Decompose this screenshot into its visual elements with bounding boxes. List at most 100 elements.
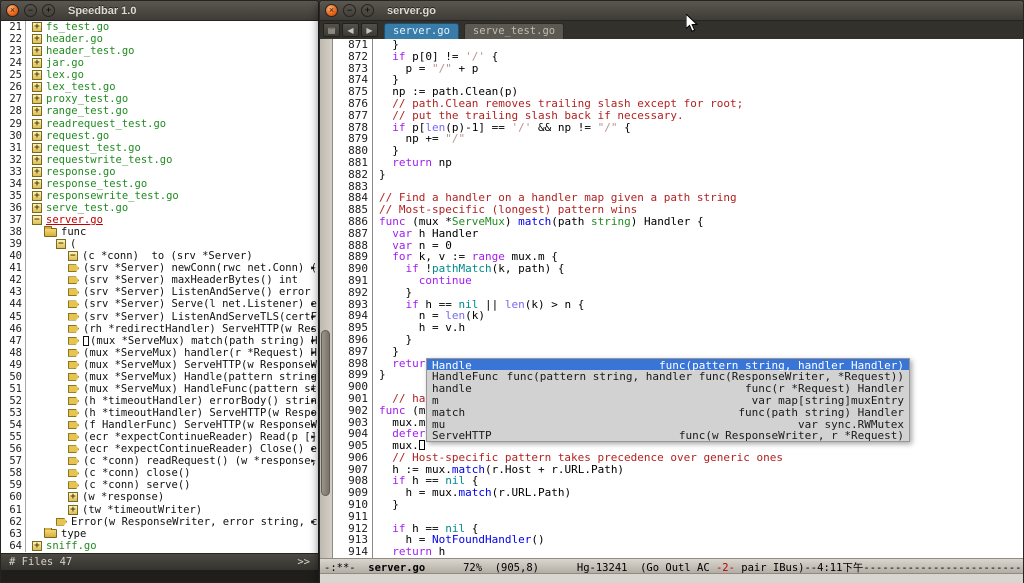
item-label[interactable]: Error(w ResponseWriter, error string, c (71, 516, 318, 528)
back-button[interactable]: ◀ (342, 23, 359, 37)
speedbar-tag-item[interactable]: 50(mux *ServeMux) Handle(pattern string► (1, 371, 318, 383)
expand-plus-icon[interactable]: + (68, 505, 78, 515)
speedbar-tag-item[interactable]: 58(c *conn) close() (1, 467, 318, 479)
speedbar-file-item[interactable]: 37−server.go (1, 214, 318, 226)
editor-titlebar[interactable]: ×−+ server.go (320, 1, 1023, 21)
speedbar-file-item[interactable]: 35+responsewrite_test.go (1, 190, 318, 202)
speedbar-tag-item[interactable]: 41(srv *Server) newConn(rwc net.Conn) (► (1, 262, 318, 274)
completion-item[interactable]: handlefunc(r *Request) Handler (427, 382, 909, 394)
completion-item[interactable]: Handlefunc(pattern string, handler Handl… (427, 359, 909, 371)
tag-icon[interactable] (68, 325, 79, 333)
speedbar-tag-item[interactable]: 39−( (1, 238, 318, 250)
expand-plus-icon[interactable]: + (32, 82, 42, 92)
tab-serve_test.go[interactable]: serve_test.go (464, 23, 564, 39)
item-label[interactable]: (mux *ServeMux) handler(r *Request) H (83, 347, 317, 359)
item-label[interactable]: (mux *ServeMux) HandleFunc(pattern st (83, 383, 317, 395)
expand-plus-icon[interactable]: + (32, 179, 42, 189)
speedbar-tag-item[interactable]: 42(srv *Server) maxHeaderBytes() int (1, 274, 318, 286)
speedbar-tag-item[interactable]: 59(c *conn) serve() (1, 479, 318, 491)
tag-icon[interactable] (68, 300, 79, 308)
speedbar-tag-item[interactable]: 57(c *conn) readRequest() (w *response,► (1, 455, 318, 467)
tag-icon[interactable] (68, 457, 79, 465)
item-label[interactable]: (f HandlerFunc) ServeHTTP(w ResponseW (83, 419, 317, 431)
speedbar-file-item[interactable]: 33+response.go (1, 166, 318, 178)
speedbar-tag-item[interactable]: 48(mux *ServeMux) handler(r *Request) H► (1, 347, 318, 359)
item-label[interactable]: serve_test.go (46, 202, 128, 214)
expand-plus-icon[interactable]: + (32, 46, 42, 56)
item-label[interactable]: request_test.go (46, 142, 141, 154)
speedbar-file-item[interactable]: 31+request_test.go (1, 142, 318, 154)
speedbar-close-button[interactable]: × (6, 4, 19, 17)
item-label[interactable]: (tw *timeoutWriter) (82, 504, 202, 516)
item-label[interactable]: (w *response) (82, 491, 164, 503)
tag-icon[interactable] (68, 469, 79, 477)
expand-plus-icon[interactable]: + (32, 22, 42, 32)
expand-plus-icon[interactable]: + (32, 70, 42, 80)
tag-icon[interactable] (68, 276, 79, 284)
speedbar-tag-item[interactable]: 55(ecr *expectContinueReader) Read(p []► (1, 431, 318, 443)
tag-icon[interactable] (68, 385, 79, 393)
tag-icon[interactable] (68, 337, 79, 345)
item-label[interactable]: (srv *Server) newConn(rwc net.Conn) ( (83, 262, 317, 274)
item-label[interactable]: ( (70, 238, 76, 250)
speedbar-file-item[interactable]: 34+response_test.go (1, 178, 318, 190)
forward-button[interactable]: ▶ (361, 23, 378, 37)
speedbar-tag-item[interactable]: 52(h *timeoutHandler) errorBody() strin► (1, 395, 318, 407)
expand-plus-icon[interactable]: + (68, 492, 78, 502)
tag-icon[interactable] (68, 433, 79, 441)
item-label[interactable]: range_test.go (46, 105, 128, 117)
item-label[interactable]: (c *conn) to (srv *Server) (82, 250, 253, 262)
completion-item[interactable]: muvar sync.RWMutex (427, 418, 909, 430)
item-label[interactable]: readrequest_test.go (46, 118, 166, 130)
item-label[interactable]: (c *conn) readRequest() (w *response, (83, 455, 317, 467)
tag-icon[interactable] (68, 445, 79, 453)
completion-item[interactable]: matchfunc(path string) Handler (427, 406, 909, 418)
item-label[interactable]: (h *timeoutHandler) ServeHTTP(w Respo (83, 407, 317, 419)
tag-icon[interactable] (68, 288, 79, 296)
editor-maximize-button[interactable]: + (361, 4, 374, 17)
item-label[interactable]: (srv *Server) maxHeaderBytes() int (83, 274, 298, 286)
expand-plus-icon[interactable]: + (32, 106, 42, 116)
speedbar-file-item[interactable]: 32+requestwrite_test.go (1, 154, 318, 166)
expand-plus-icon[interactable]: + (32, 143, 42, 153)
item-label[interactable]: requestwrite_test.go (46, 154, 172, 166)
editor-close-button[interactable]: × (325, 4, 338, 17)
speedbar-file-item[interactable]: 25+lex.go (1, 69, 318, 81)
speedbar-status-arrows[interactable]: >> (297, 556, 310, 568)
tag-icon[interactable] (68, 313, 79, 321)
item-label[interactable]: lex_test.go (46, 81, 116, 93)
completion-item[interactable]: HandleFuncfunc(pattern string, handler f… (427, 370, 909, 382)
expand-plus-icon[interactable]: + (32, 167, 42, 177)
tag-icon[interactable] (68, 409, 79, 417)
speedbar-tag-item[interactable]: 61+(tw *timeoutWriter) (1, 504, 318, 516)
expand-plus-icon[interactable]: + (32, 131, 42, 141)
speedbar-file-item[interactable]: 64+sniff.go (1, 540, 318, 552)
tag-icon[interactable] (68, 397, 79, 405)
speedbar-titlebar[interactable]: ×−+ Speedbar 1.0 (1, 1, 318, 21)
expand-plus-icon[interactable]: + (32, 155, 42, 165)
item-label[interactable]: (c *conn) serve() (83, 479, 190, 491)
speedbar-tag-item[interactable]: 45(srv *Server) ListenAndServeTLS(certF► (1, 311, 318, 323)
speedbar-tag-item[interactable]: 38func (1, 226, 318, 238)
folder-icon[interactable] (44, 529, 57, 538)
item-label[interactable]: type (61, 528, 86, 540)
item-label[interactable]: responsewrite_test.go (46, 190, 179, 202)
speedbar-file-item[interactable]: 23+header_test.go (1, 45, 318, 57)
speedbar-tag-item[interactable]: 47(mux *ServeMux) match(path string) Ha► (1, 335, 318, 347)
tag-icon[interactable] (68, 349, 79, 357)
speedbar-file-item[interactable]: 29+readrequest_test.go (1, 118, 318, 130)
item-label[interactable]: request.go (46, 130, 109, 142)
collapse-minus-icon[interactable]: − (56, 239, 66, 249)
expand-plus-icon[interactable]: + (32, 119, 42, 129)
item-label[interactable]: header_test.go (46, 45, 135, 57)
item-label[interactable]: response.go (46, 166, 116, 178)
speedbar-file-item[interactable]: 36+serve_test.go (1, 202, 318, 214)
speedbar-file-item[interactable]: 27+proxy_test.go (1, 93, 318, 105)
item-label[interactable]: server.go (46, 214, 103, 226)
speedbar-file-item[interactable]: 22+header.go (1, 33, 318, 45)
item-label[interactable]: (ecr *expectContinueReader) Read(p [] (83, 431, 317, 443)
speedbar-tag-item[interactable]: 49(mux *ServeMux) ServeHTTP(w ResponseW► (1, 359, 318, 371)
item-label[interactable]: (ecr *expectContinueReader) Close() e (83, 443, 317, 455)
item-label[interactable]: (mux *ServeMux) match(path string) Ha (90, 335, 318, 347)
code-buffer[interactable]: 871 }872 if p[0] != '/' {873 p = "/" + p… (333, 39, 1023, 558)
